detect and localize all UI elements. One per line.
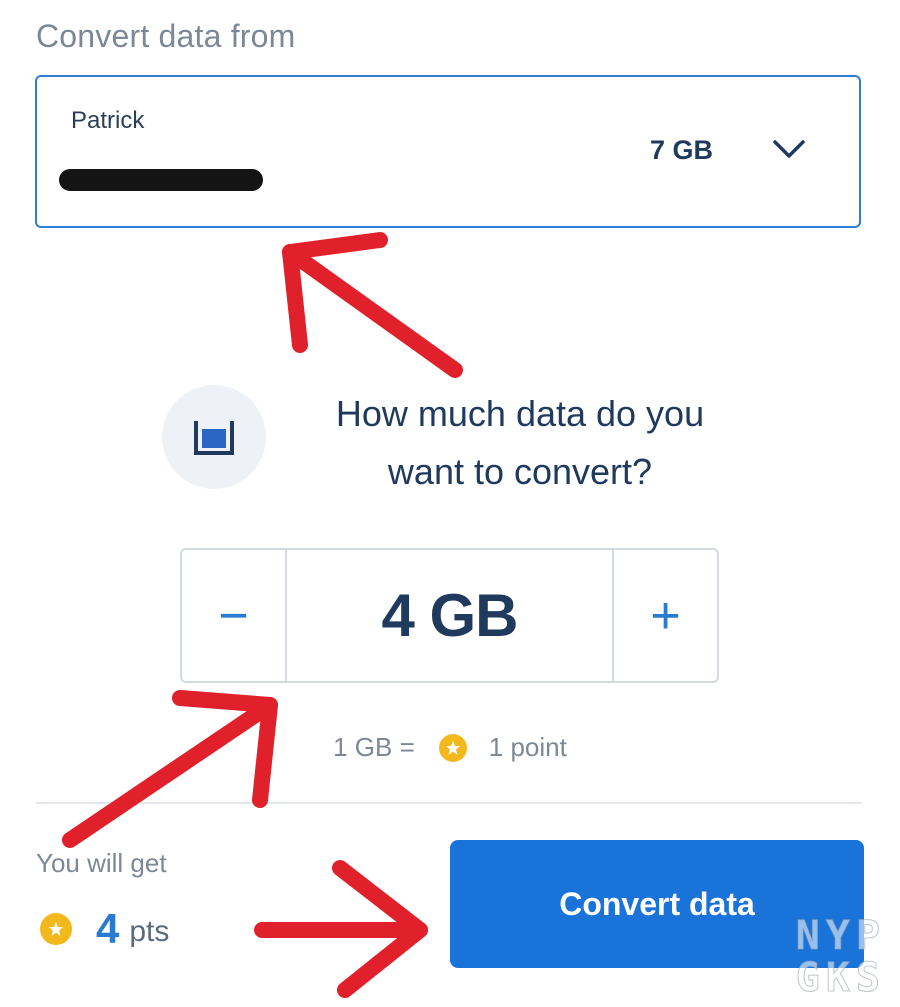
star-coin-icon xyxy=(438,733,467,762)
watermark: NYP GKS xyxy=(756,913,886,1001)
divider xyxy=(36,802,862,804)
you-will-get-label: You will get xyxy=(36,848,167,878)
annotation-arrow-button xyxy=(254,860,428,998)
watermark-line-1: NYP xyxy=(795,913,886,959)
account-select[interactable]: Patrick 7 GB xyxy=(35,75,861,228)
star-coin-icon xyxy=(40,913,72,945)
rate-left: 1 GB = xyxy=(333,732,415,762)
annotation-arrow-dropdown xyxy=(282,232,463,378)
chevron-down-icon[interactable] xyxy=(771,137,807,161)
amount-value: 4 GB xyxy=(381,582,518,649)
increment-button[interactable]: + xyxy=(612,550,717,681)
annotation-arrow-stepper xyxy=(62,690,278,848)
watermark-line-2: GKS xyxy=(795,955,886,1001)
question-line-1: How much data do you xyxy=(335,393,705,434)
question-line-2: want to convert? xyxy=(387,451,653,492)
account-name: Patrick xyxy=(71,107,145,134)
rate-right: 1 point xyxy=(488,732,567,762)
points-value: 4 xyxy=(96,905,120,952)
account-balance: 7 GB xyxy=(649,135,713,165)
points-unit: pts xyxy=(129,915,170,948)
account-number-redacted xyxy=(59,169,263,191)
convert-from-label: Convert data from xyxy=(36,18,296,54)
points-summary: 4 pts xyxy=(40,905,169,953)
question-heading: How much data do you want to convert? xyxy=(280,385,760,501)
data-bucket-icon xyxy=(162,385,266,489)
conversion-rate: 1 GB = 1 point xyxy=(0,732,900,763)
decrement-button[interactable]: − xyxy=(182,550,287,681)
data-amount-stepper[interactable]: − 4 GB + xyxy=(180,548,719,683)
